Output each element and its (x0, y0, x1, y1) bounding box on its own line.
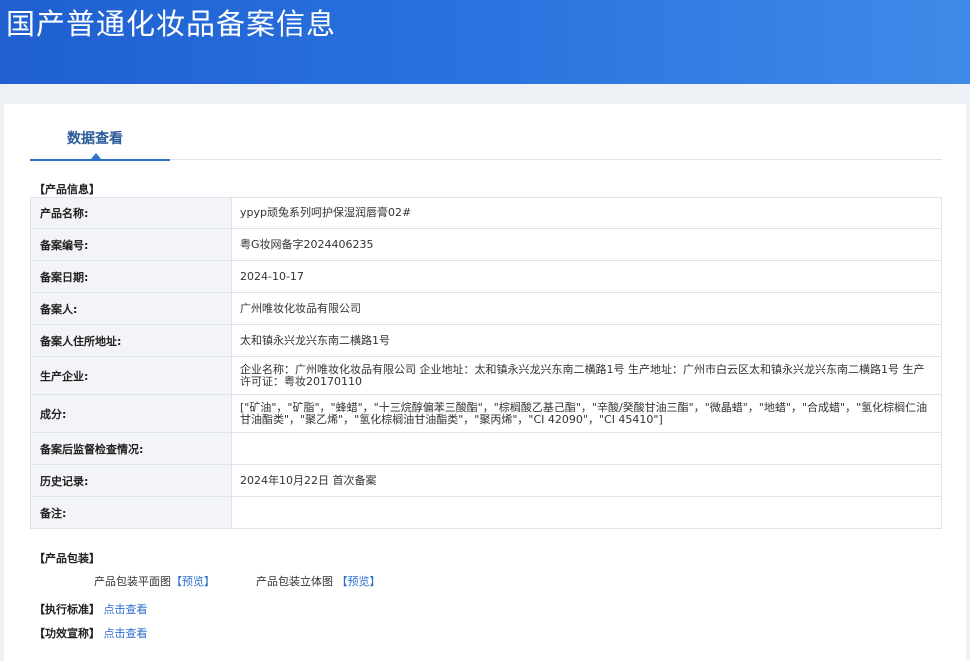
efficacy-view-link[interactable]: 点击查看 (104, 627, 148, 640)
tab-data-view[interactable]: 数据查看 (67, 128, 123, 148)
table-row: 生产企业: 企业名称：广州唯妆化妆品有限公司 企业地址：太和镇永兴龙兴东南二横路… (30, 356, 942, 395)
standard-item: 【执行标准】 点击查看 (34, 601, 148, 617)
table-row: 备案日期: 2024-10-17 (30, 260, 942, 293)
packaging-stereo-preview-link[interactable]: 【预览】 (337, 575, 381, 588)
tab-caret-icon (91, 153, 101, 159)
row-value: 企业名称：广州唯妆化妆品有限公司 企业地址：太和镇永兴龙兴东南二横路1号 生产地… (231, 356, 942, 395)
page-header: 国产普通化妆品备案信息 (0, 0, 970, 84)
packaging-stereo-label: 产品包装立体图 (256, 575, 333, 588)
row-value: 2024年10月22日 首次备案 (231, 464, 942, 497)
page-title: 国产普通化妆品备案信息 (6, 7, 337, 41)
packaging-flat-preview-link[interactable]: 【预览】 (171, 575, 215, 588)
row-key: 备案后监督检查情况: (30, 432, 232, 465)
table-row: 备案编号: 粤G妆网备字2024406235 (30, 228, 942, 261)
standard-label: 【执行标准】 (34, 603, 100, 616)
packaging-flat: 产品包装平面图【预览】 (94, 573, 215, 589)
row-value: 太和镇永兴龙兴东南二横路1号 (231, 324, 942, 357)
table-row: 备案人: 广州唯妆化妆品有限公司 (30, 292, 942, 325)
table-row: 备案后监督检查情况: (30, 432, 942, 465)
content-panel: 数据查看 【产品信息】 产品名称: ypyp顽兔系列呵护保湿润唇膏02# 备案编… (4, 104, 966, 661)
tab-active-indicator (30, 159, 170, 161)
row-key: 历史记录: (30, 464, 232, 497)
row-value: 2024-10-17 (231, 260, 942, 293)
row-key: 成分: (30, 394, 232, 433)
table-row: 备注: (30, 496, 942, 529)
efficacy-item: 【功效宣称】 点击查看 (34, 625, 148, 641)
row-key: 备案人住所地址: (30, 324, 232, 357)
tab-divider (170, 159, 942, 160)
row-key: 生产企业: (30, 356, 232, 395)
row-key: 备案人: (30, 292, 232, 325)
row-key: 备案日期: (30, 260, 232, 293)
table-row: 备案人住所地址: 太和镇永兴龙兴东南二横路1号 (30, 324, 942, 357)
row-value: ypyp顽兔系列呵护保湿润唇膏02# (231, 197, 942, 229)
row-key: 产品名称: (30, 197, 232, 229)
packaging-stereo: 产品包装立体图 【预览】 (256, 573, 381, 589)
efficacy-label: 【功效宣称】 (34, 627, 100, 640)
packaging-flat-label: 产品包装平面图 (94, 575, 171, 588)
table-row: 成分: ["矿油"，"矿脂"，"蜂蜡"，"十三烷醇偏苯三酸酯"，"棕榈酸乙基己酯… (30, 394, 942, 433)
product-info-label: 【产品信息】 (34, 183, 100, 196)
packaging-label: 【产品包装】 (34, 552, 100, 565)
row-value (231, 432, 942, 465)
table-row: 历史记录: 2024年10月22日 首次备案 (30, 464, 942, 497)
standard-view-link[interactable]: 点击查看 (104, 603, 148, 616)
row-key: 备注: (30, 496, 232, 529)
row-key: 备案编号: (30, 228, 232, 261)
table-row: 产品名称: ypyp顽兔系列呵护保湿润唇膏02# (30, 197, 942, 229)
row-value: 粤G妆网备字2024406235 (231, 228, 942, 261)
row-value: 广州唯妆化妆品有限公司 (231, 292, 942, 325)
product-info-table: 产品名称: ypyp顽兔系列呵护保湿润唇膏02# 备案编号: 粤G妆网备字202… (30, 197, 942, 529)
row-value (231, 496, 942, 529)
row-value: ["矿油"，"矿脂"，"蜂蜡"，"十三烷醇偏苯三酸酯"，"棕榈酸乙基己酯"，"辛… (231, 394, 942, 433)
